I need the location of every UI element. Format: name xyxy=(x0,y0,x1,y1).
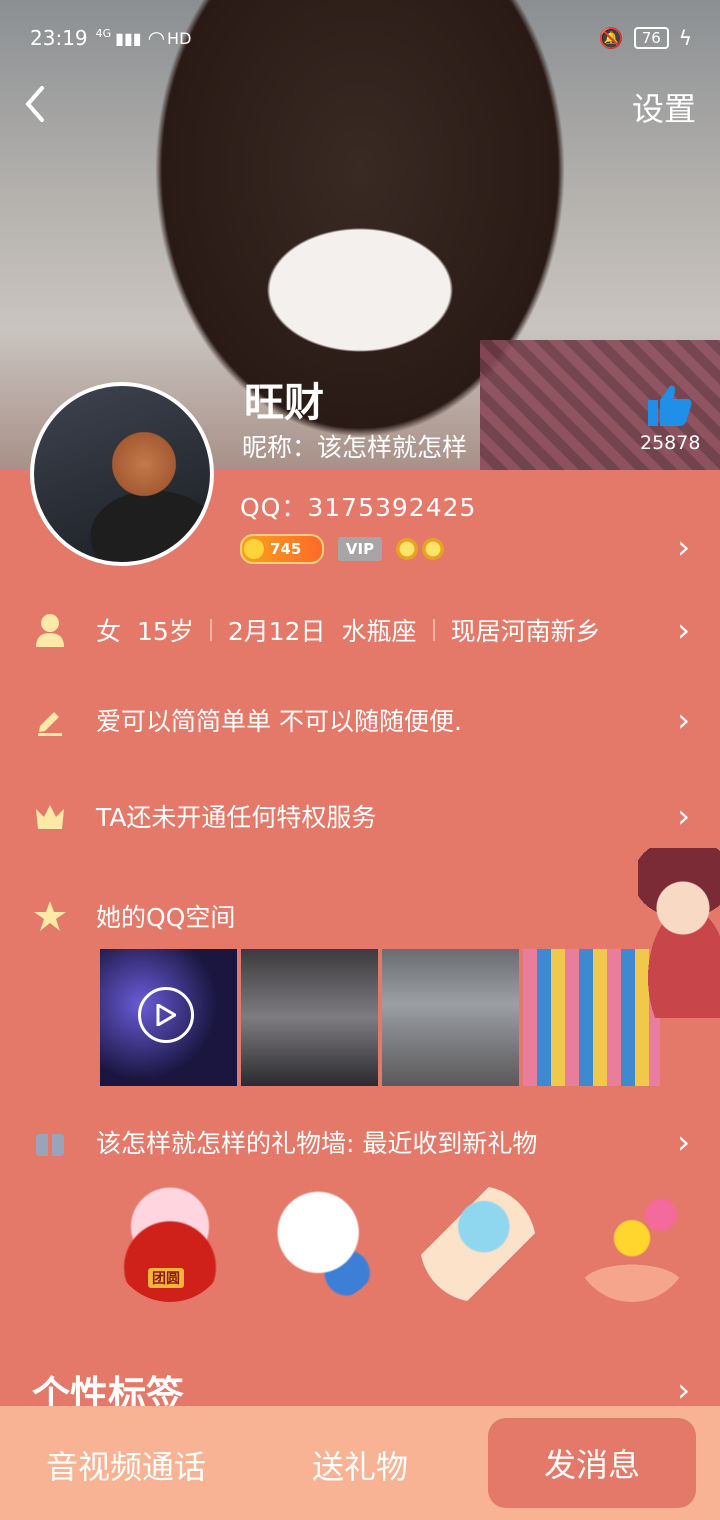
status-bar: 23:19 4G ▮▮▮ ◠ HD 🔕 76 ϟ xyxy=(30,22,692,54)
zodiac: 水瓶座 xyxy=(341,617,417,646)
coin-icon xyxy=(244,539,264,559)
charging-icon: ϟ xyxy=(678,26,692,50)
like-count: 25878 xyxy=(640,432,701,454)
level-suns xyxy=(396,538,444,560)
coin-level-badge: 745 xyxy=(240,534,324,564)
crown-icon xyxy=(30,796,70,836)
wifi-icon: ◠ xyxy=(147,26,166,50)
divider xyxy=(209,619,212,641)
signal-icon: ▮▮▮ xyxy=(115,28,142,48)
qzone-title: 她的QQ空间 xyxy=(96,903,236,932)
profile-nickname: 昵称：该怎样就怎样 xyxy=(242,433,468,462)
av-call-button[interactable]: 音视频通话 xyxy=(46,1442,206,1488)
status-time: 23:19 xyxy=(30,26,88,50)
birthday: 2月12日 xyxy=(227,617,326,646)
sun-icon xyxy=(422,538,444,560)
chevron-left-icon xyxy=(25,86,44,122)
qzone-photos xyxy=(100,949,660,1086)
vip-badge: VIP xyxy=(338,537,382,561)
basic-info-chevron[interactable]: › xyxy=(677,614,690,646)
send-gift-button[interactable]: 送礼物 xyxy=(312,1442,408,1488)
tags-chevron[interactable]: › xyxy=(677,1374,690,1406)
privilege-row[interactable]: TA还未开通任何特权服务 xyxy=(30,796,690,836)
signature-chevron[interactable]: › xyxy=(677,704,690,736)
gift-wall-text: 该怎样就怎样的礼物墙: 最近收到新礼物 xyxy=(96,1129,538,1158)
gender: 女 xyxy=(96,617,122,646)
profile-name: 旺财 xyxy=(244,380,324,426)
signature-row[interactable]: 爱可以简简单单 不可以随随便便. xyxy=(30,700,690,740)
send-message-button[interactable]: 发消息 xyxy=(488,1418,696,1508)
qzone-star-icon xyxy=(30,896,70,936)
pencil-icon xyxy=(30,700,70,740)
like-button[interactable]: 25878 xyxy=(640,384,700,454)
signature-text: 爱可以简简单单 不可以随随便便. xyxy=(96,707,462,736)
avatar[interactable] xyxy=(30,382,214,566)
mute-icon: 🔕 xyxy=(598,26,624,50)
bottom-action-bar: 音视频通话 送礼物 发消息 xyxy=(0,1406,720,1520)
person-icon xyxy=(30,610,70,650)
qzone-photo[interactable] xyxy=(382,949,519,1086)
settings-button[interactable]: 设置 xyxy=(632,84,696,130)
thumbs-up-icon xyxy=(648,385,692,426)
location: 现居河南新乡 xyxy=(450,617,601,646)
qzone-photo[interactable] xyxy=(100,949,237,1086)
gift-wall-row[interactable]: 该怎样就怎样的礼物墙: 最近收到新礼物 xyxy=(30,1122,690,1162)
qzone-row[interactable]: 她的QQ空间 xyxy=(30,896,690,936)
back-button[interactable] xyxy=(20,84,60,124)
battery-indicator: 76 xyxy=(633,27,669,49)
gift-box-icon xyxy=(30,1122,70,1162)
gift-item[interactable] xyxy=(420,1186,536,1302)
mascot-character[interactable] xyxy=(638,848,720,1018)
gift-label: 团圆 xyxy=(148,1268,184,1288)
qzone-photo[interactable] xyxy=(241,949,378,1086)
qq-number: QQ：3175392425 xyxy=(240,493,477,522)
play-icon xyxy=(138,987,194,1043)
gift-list: 团圆 xyxy=(112,1186,690,1302)
gift-wall-chevron[interactable]: › xyxy=(677,1126,690,1158)
gift-item[interactable] xyxy=(574,1186,690,1302)
gift-item[interactable] xyxy=(266,1186,382,1302)
divider xyxy=(432,619,435,641)
sun-icon xyxy=(396,538,418,560)
profile-detail-chevron[interactable]: › xyxy=(677,531,690,563)
network-type: 4G xyxy=(95,26,112,40)
send-message-label: 发消息 xyxy=(543,1446,640,1484)
badge-row[interactable]: 745 VIP xyxy=(240,534,444,564)
privilege-chevron[interactable]: › xyxy=(677,800,690,832)
coin-level-value: 745 xyxy=(270,540,302,558)
gift-item[interactable]: 团圆 xyxy=(112,1186,228,1302)
age: 15岁 xyxy=(137,617,194,646)
hd-badge: HD xyxy=(167,28,192,48)
privilege-text: TA还未开通任何特权服务 xyxy=(96,803,377,832)
basic-info-row[interactable]: 女 15岁 2月12日 水瓶座 现居河南新乡 xyxy=(30,610,690,650)
